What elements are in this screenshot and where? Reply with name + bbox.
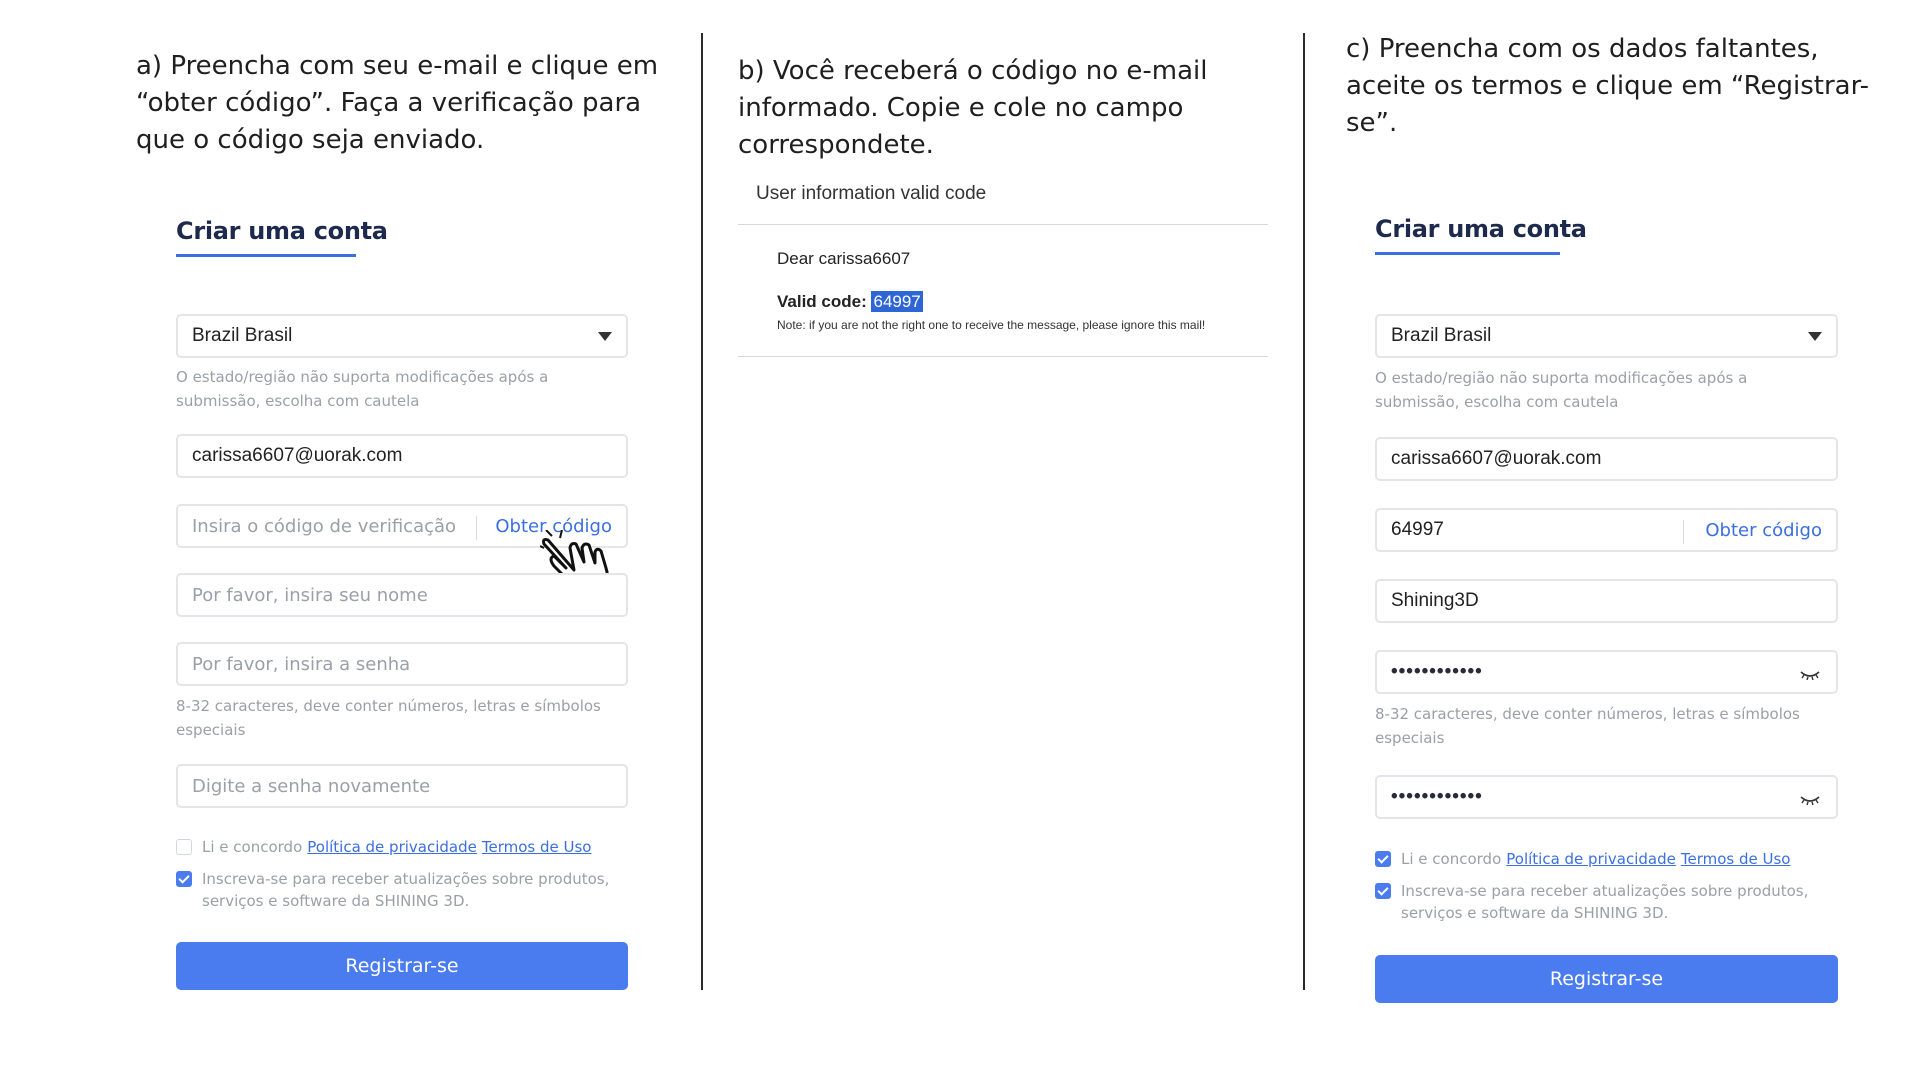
divider-2 [1303, 33, 1305, 990]
form-c-country-select[interactable]: Brazil Brasil [1375, 314, 1838, 358]
caret-down-icon [598, 332, 612, 341]
email-greeting: Dear carissa6607 [777, 249, 911, 268]
privacy-link[interactable]: Política de privacidade [307, 836, 477, 858]
confirm-value: •••••••••••• [1391, 786, 1483, 807]
form-a-title-underline [176, 254, 356, 257]
name-value: Shining3D [1391, 590, 1479, 611]
email-rule-bottom [738, 356, 1268, 357]
form-c-title-underline [1375, 252, 1560, 255]
form-a-confirm-field[interactable]: Digite a senha novamente [176, 764, 628, 808]
subscribe-checkbox[interactable] [1375, 883, 1391, 899]
form-c-password-hint: 8-32 caracteres, deve conter números, le… [1375, 705, 1800, 747]
caption-step-b: b) Você receberá o código no e-mail info… [738, 56, 1208, 160]
form-c-name-field[interactable]: Shining3D [1375, 579, 1838, 623]
email-value: carissa6607@uorak.com [192, 445, 403, 466]
email-subject: User information valid code [756, 183, 987, 204]
form-c-country-hint: O estado/região não suporta modificações… [1375, 369, 1748, 411]
country-value: Brazil Brasil [192, 325, 293, 346]
divider-1 [701, 33, 703, 990]
form-a-country-select[interactable]: Brazil Brasil [176, 314, 628, 358]
subscribe-text: Inscreva-se para receber atualizações so… [1401, 882, 1809, 922]
form-c-code-field[interactable]: 64997 Obter código [1375, 508, 1838, 552]
form-a-password-hint: 8-32 caracteres, deve conter números, le… [176, 697, 601, 739]
code-placeholder: Insira o código de verificação [192, 515, 457, 537]
agree-text: Li e concordo [202, 838, 303, 856]
form-c-agree-row: Li e concordo Política de privacidade Te… [1375, 848, 1845, 870]
code-value-highlighted[interactable]: 64997 [871, 291, 923, 312]
email-code-line: Valid code: 64997 [777, 291, 923, 312]
eye-closed-icon[interactable] [1800, 795, 1820, 805]
caret-down-icon [1808, 332, 1822, 341]
form-a-agree-row: Li e concordo Política de privacidade Te… [176, 836, 636, 858]
agree-checkbox[interactable] [176, 839, 192, 855]
caption-step-a: a) Preencha com seu e-mail e clique em “… [136, 51, 659, 155]
code-label: Valid code: [777, 292, 867, 311]
form-a-subscribe-row: Inscreva-se para receber atualizações so… [176, 868, 636, 912]
subscribe-checkbox[interactable] [176, 871, 192, 887]
privacy-link[interactable]: Política de privacidade [1506, 848, 1676, 870]
terms-link[interactable]: Termos de Uso [1681, 848, 1791, 870]
form-c-password-field[interactable]: •••••••••••• [1375, 650, 1838, 694]
eye-closed-icon[interactable] [1800, 670, 1820, 680]
caption-step-c: c) Preencha com os dados faltantes, acei… [1346, 34, 1869, 138]
code-separator [1683, 520, 1684, 544]
agree-text: Li e concordo [1401, 850, 1502, 868]
form-a-password-field[interactable]: Por favor, insira a senha [176, 642, 628, 686]
form-c-register-button[interactable]: Registrar-se [1375, 955, 1838, 1003]
form-a-name-field[interactable]: Por favor, insira seu nome [176, 573, 628, 617]
terms-link[interactable]: Termos de Uso [482, 836, 592, 858]
get-code-button[interactable]: Obter código [1705, 520, 1822, 541]
form-a-country-hint: O estado/região não suporta modificações… [176, 368, 549, 410]
agree-checkbox[interactable] [1375, 851, 1391, 867]
email-value: carissa6607@uorak.com [1391, 448, 1602, 469]
form-a-title: Criar uma conta [176, 217, 388, 245]
form-c-title: Criar uma conta [1375, 215, 1587, 243]
form-c-email-field[interactable]: carissa6607@uorak.com [1375, 437, 1838, 481]
country-value: Brazil Brasil [1391, 325, 1492, 346]
form-a-email-field[interactable]: carissa6607@uorak.com [176, 434, 628, 478]
password-placeholder: Por favor, insira a senha [192, 653, 411, 675]
confirm-placeholder: Digite a senha novamente [192, 775, 431, 797]
subscribe-text: Inscreva-se para receber atualizações so… [202, 870, 610, 910]
form-c-subscribe-row: Inscreva-se para receber atualizações so… [1375, 880, 1845, 924]
email-note: Note: if you are not the right one to re… [777, 318, 1206, 332]
email-rule-top [738, 224, 1268, 225]
code-value: 64997 [1391, 519, 1444, 540]
form-a-register-button[interactable]: Registrar-se [176, 942, 628, 990]
name-placeholder: Por favor, insira seu nome [192, 584, 428, 606]
password-value: •••••••••••• [1391, 661, 1483, 682]
code-separator [476, 516, 477, 540]
form-c-confirm-field[interactable]: •••••••••••• [1375, 775, 1838, 819]
